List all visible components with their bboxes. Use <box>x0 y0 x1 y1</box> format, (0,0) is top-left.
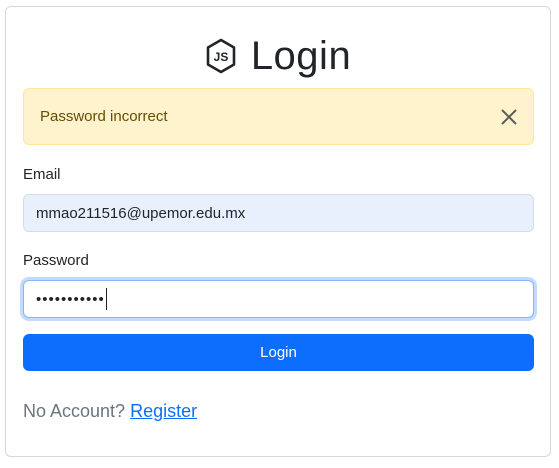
alert-message: Password incorrect <box>40 108 168 125</box>
login-card: JS Login Password incorrect Email mmao21… <box>5 6 551 457</box>
email-field[interactable]: mmao211516@upemor.edu.mx <box>23 194 534 232</box>
page-title: Login <box>250 34 352 78</box>
nodejs-hexagon-icon: JS <box>205 38 237 74</box>
password-label: Password <box>23 252 89 269</box>
login-button[interactable]: Login <box>23 334 534 371</box>
password-field[interactable]: ••••••••••• <box>23 280 534 318</box>
svg-text:JS: JS <box>213 50 228 64</box>
password-value: ••••••••••• <box>36 290 105 308</box>
title-row: JS Login <box>6 31 550 81</box>
email-value: mmao211516@upemor.edu.mx <box>36 204 246 222</box>
close-icon[interactable] <box>499 107 519 127</box>
register-prompt: No Account? Register <box>23 401 197 422</box>
error-alert: Password incorrect <box>23 88 534 145</box>
email-label: Email <box>23 166 61 183</box>
register-link[interactable]: Register <box>130 401 197 421</box>
text-caret <box>105 288 107 310</box>
no-account-text: No Account? <box>23 401 126 421</box>
